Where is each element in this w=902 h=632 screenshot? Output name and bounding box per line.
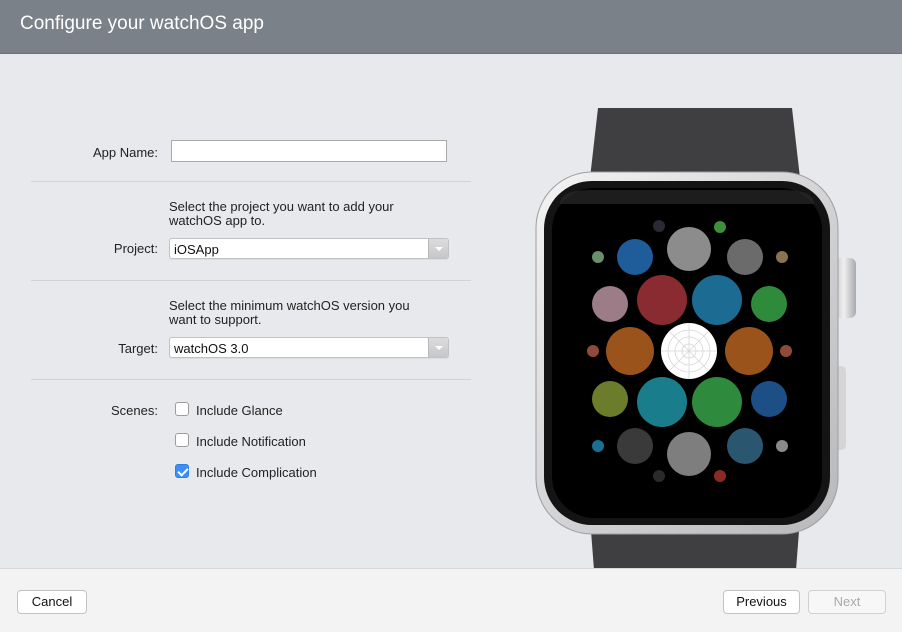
- chevron-down-icon: [428, 239, 448, 258]
- app-name-input[interactable]: [171, 140, 447, 162]
- project-description-line-2: watchOS app to.: [169, 213, 266, 228]
- scenes-label: Scenes:: [111, 403, 158, 418]
- app-name-label: App Name:: [92, 145, 158, 160]
- previous-button[interactable]: Previous: [723, 590, 800, 614]
- project-popup[interactable]: iOSApp: [169, 238, 449, 259]
- include-notification-checkbox[interactable]: [175, 433, 189, 447]
- target-popup-value: watchOS 3.0: [174, 341, 249, 356]
- footer-bar: Cancel Previous Next: [0, 568, 902, 632]
- app-icon-grid: [587, 220, 792, 482]
- title-bar: Configure your watchOS app: [0, 0, 902, 54]
- include-glance-label[interactable]: Include Glance: [196, 403, 283, 418]
- target-label: Target:: [118, 341, 158, 356]
- target-description-line-2: want to support.: [169, 312, 262, 327]
- include-glance-checkbox[interactable]: [175, 402, 189, 416]
- project-label: Project:: [113, 241, 158, 256]
- separator: [31, 280, 471, 281]
- project-popup-value: iOSApp: [174, 242, 219, 257]
- project-description-line-1: Select the project you want to add your: [169, 199, 394, 214]
- next-button[interactable]: Next: [808, 590, 886, 614]
- separator: [31, 379, 471, 380]
- target-popup[interactable]: watchOS 3.0: [169, 337, 449, 358]
- include-complication-label[interactable]: Include Complication: [196, 465, 317, 480]
- apple-watch-illustration: [535, 108, 856, 622]
- page-title: Configure your watchOS app: [20, 13, 264, 34]
- cancel-button[interactable]: Cancel: [17, 590, 87, 614]
- include-complication-checkbox[interactable]: [175, 464, 189, 478]
- separator: [31, 181, 471, 182]
- chevron-down-icon: [428, 338, 448, 357]
- main-content: App Name: Select the project you want to…: [0, 54, 902, 622]
- include-notification-label[interactable]: Include Notification: [196, 434, 306, 449]
- target-description-line-1: Select the minimum watchOS version you: [169, 298, 410, 313]
